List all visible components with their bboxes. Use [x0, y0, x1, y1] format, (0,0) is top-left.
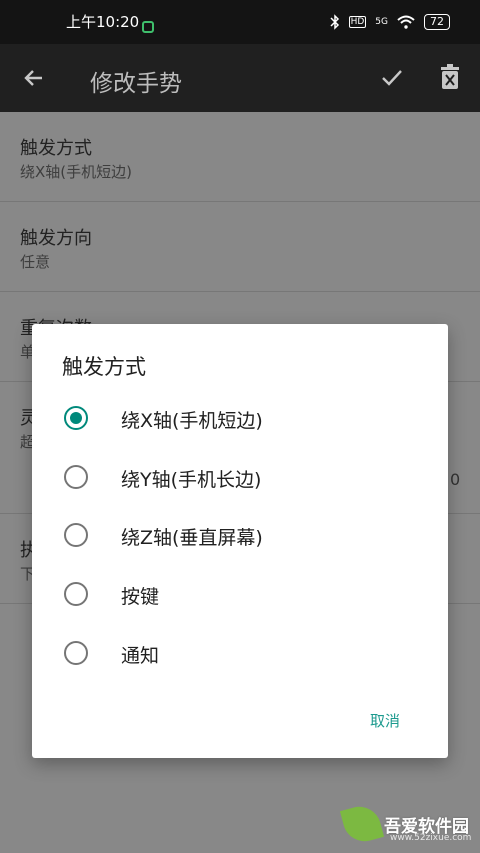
confirm-check-icon[interactable] [380, 66, 404, 90]
option-button[interactable]: 按键 [32, 566, 448, 624]
radio-unselected-icon[interactable] [64, 582, 88, 606]
status-bar: 上午10:20 HD 5G 72 [0, 0, 480, 44]
back-arrow-icon[interactable] [22, 66, 46, 90]
option-label: 按键 [121, 586, 160, 608]
option-x-axis[interactable]: 绕X轴(手机短边) [32, 390, 448, 448]
dialog-title: 触发方式 [62, 355, 146, 379]
notification-app-icon [142, 21, 154, 33]
app-bar: 修改手势 [0, 44, 480, 112]
bluetooth-icon [330, 14, 339, 30]
setting-title: 触发方式 [20, 138, 92, 159]
radio-unselected-icon[interactable] [64, 523, 88, 547]
setting-subtitle: 任意 [20, 253, 51, 271]
option-label: 绕Y轴(手机长边) [121, 469, 262, 491]
watermark-url: www.52zixue.com [390, 833, 472, 843]
trigger-mode-dialog: 触发方式 绕X轴(手机短边) 绕Y轴(手机长边) 绕Z轴(垂直屏幕) 按键 通知… [32, 324, 448, 758]
radio-unselected-icon[interactable] [64, 641, 88, 665]
option-label: 通知 [121, 645, 160, 667]
signal-icon: 5G [375, 17, 388, 27]
battery-indicator: 72 [424, 14, 450, 30]
watermark-logo: 吾爱软件园 www.52zixue.com [339, 800, 474, 848]
setting-trigger-direction[interactable]: 触发方向 任意 [0, 202, 480, 292]
status-time: 上午10:20 [66, 13, 140, 31]
setting-value: 0 [450, 470, 461, 489]
option-label: 绕X轴(手机短边) [121, 410, 263, 432]
cancel-button[interactable]: 取消 [370, 710, 400, 731]
status-icons: HD 5G 72 [330, 14, 450, 30]
page-title: 修改手势 [90, 71, 182, 97]
radio-selected-icon[interactable] [64, 406, 88, 430]
setting-title: 触发方向 [20, 228, 92, 249]
option-label: 绕Z轴(垂直屏幕) [121, 527, 263, 549]
leaf-icon [339, 801, 385, 847]
option-notification[interactable]: 通知 [32, 625, 448, 683]
option-z-axis[interactable]: 绕Z轴(垂直屏幕) [32, 507, 448, 565]
setting-subtitle: 绕X轴(手机短边) [20, 163, 132, 181]
hd-icon: HD [348, 16, 367, 28]
setting-trigger-mode[interactable]: 触发方式 绕X轴(手机短边) [0, 112, 480, 202]
wifi-icon [397, 15, 415, 29]
radio-unselected-icon[interactable] [64, 465, 88, 489]
delete-icon[interactable] [440, 64, 460, 90]
option-y-axis[interactable]: 绕Y轴(手机长边) [32, 449, 448, 507]
